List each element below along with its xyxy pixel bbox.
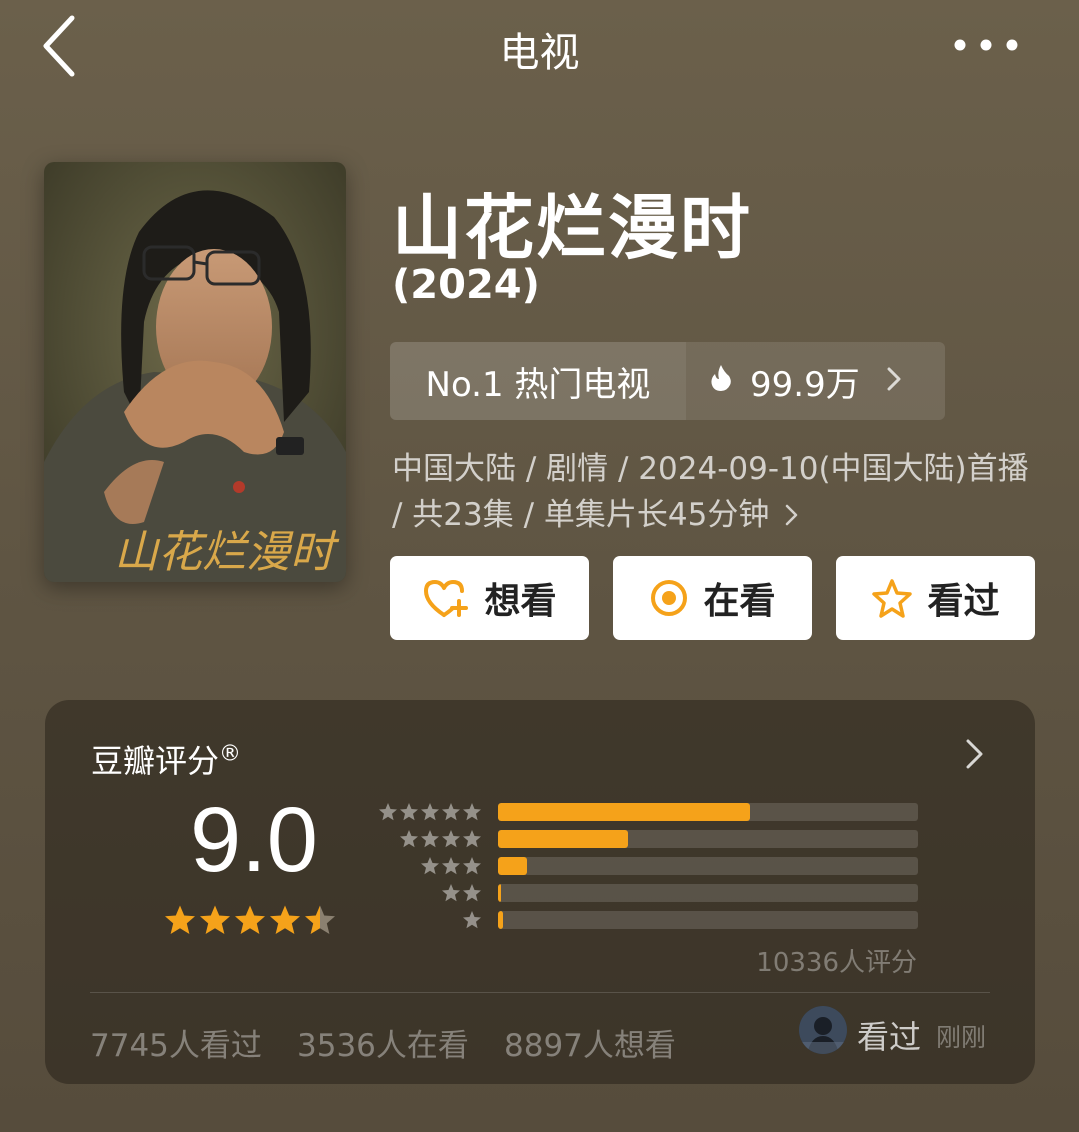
rating-source: 豆瓣评分 [91, 742, 220, 780]
want-to-watch-button[interactable]: 想看 [390, 556, 589, 640]
star-icon [235, 905, 265, 934]
rating-bar-fill [498, 830, 629, 848]
star-outline-icon [871, 578, 913, 618]
divider [90, 992, 990, 993]
top-bar: 电视 [0, 0, 1079, 95]
rating-bar-fill [498, 884, 502, 902]
rating-bar-stars [378, 802, 483, 822]
watching-button[interactable]: 在看 [613, 556, 812, 640]
star-icon [400, 830, 418, 848]
show-year: (2024) [392, 262, 540, 308]
heat-section: 99.9万 [686, 342, 945, 420]
watching-label: 在看 [703, 581, 776, 622]
star-icon [421, 857, 439, 875]
star-icon [400, 803, 418, 821]
more-dots-icon [954, 39, 1018, 51]
registered-mark: ® [219, 741, 242, 767]
star-icon [442, 857, 460, 875]
rating-bar-stars [420, 856, 483, 876]
watched-label: 看过 [927, 581, 1000, 622]
star-icon [305, 905, 335, 934]
poster-illustration: 山花烂漫时 [44, 162, 346, 582]
star-icon [463, 911, 481, 929]
rating-bar-track [498, 911, 918, 929]
chevron-right-icon [886, 361, 902, 401]
star-icon [379, 803, 397, 821]
rating-bar-stars [441, 883, 483, 903]
heart-plus-icon [422, 577, 470, 619]
star-icon [463, 884, 481, 902]
rating-score: 9.0 [190, 789, 318, 891]
poster-calligraphy: 山花烂漫时 [114, 527, 340, 578]
rating-detail-button[interactable] [963, 736, 987, 772]
rating-header: 豆瓣评分® [91, 736, 241, 782]
rating-bar-track [498, 857, 918, 875]
show-meta[interactable]: 中国大陆 / 剧情 / 2024-09-10(中国大陆)首播 / 共23集 / … [392, 446, 1032, 540]
rating-bar-1-star [375, 910, 920, 930]
target-icon [649, 578, 689, 618]
meta-text: 中国大陆 / 剧情 / 2024-09-10(中国大陆)首播 / 共23集 / … [392, 451, 1029, 533]
want-label: 想看 [484, 581, 557, 622]
star-icon [463, 803, 481, 821]
show-title: 山花烂漫时 [392, 187, 752, 269]
poster-image[interactable]: 山花烂漫时 [44, 162, 346, 582]
watched-button[interactable]: 看过 [836, 556, 1035, 640]
rating-bar-stars [462, 910, 483, 930]
rating-bar-track [498, 884, 918, 902]
rating-bar-fill [498, 857, 528, 875]
star-icon [442, 830, 460, 848]
avatar[interactable] [799, 1006, 847, 1054]
more-button[interactable] [953, 28, 1023, 62]
rank-label: No.1 热门电视 [390, 342, 686, 420]
ranking-badge[interactable]: No.1 热门电视 99.9万 [390, 342, 945, 420]
star-icon [421, 830, 439, 848]
friend-activity-time: 刚刚 [936, 1023, 987, 1052]
star-icon [200, 905, 230, 934]
star-icon [463, 830, 481, 848]
chevron-right-icon [785, 494, 799, 540]
rating-count: 10336人评分 [756, 948, 917, 978]
friend-activity: 看过 [857, 1018, 922, 1056]
flame-icon [710, 361, 732, 401]
heat-value: 99.9万 [750, 364, 860, 405]
watching-count[interactable]: 3536人在看 [297, 1020, 469, 1065]
watched-count[interactable]: 7745人看过 [90, 1020, 262, 1065]
star-icon [442, 884, 460, 902]
rating-stars [163, 904, 343, 942]
chevron-right-icon [966, 739, 983, 769]
rating-bar-2-star [375, 883, 920, 903]
star-icon [270, 905, 300, 934]
rating-bar-fill [498, 911, 504, 929]
page-title: 电视 [499, 30, 580, 76]
star-icon [421, 803, 439, 821]
rating-bar-5-star [375, 802, 920, 822]
rating-bar-4-star [375, 829, 920, 849]
rating-bar-track [498, 803, 918, 821]
star-icon [442, 803, 460, 821]
star-icon [165, 905, 195, 934]
rating-bar-fill [498, 803, 750, 821]
rating-bar-track [498, 830, 918, 848]
rating-card: 豆瓣评分® 9.0 10336人评分 7745人看过 3536人在看 8897人… [45, 700, 1035, 1084]
want-count[interactable]: 8897人想看 [504, 1020, 676, 1065]
rating-bar-3-star [375, 856, 920, 876]
rating-bar-stars [399, 829, 483, 849]
star-icon [463, 857, 481, 875]
